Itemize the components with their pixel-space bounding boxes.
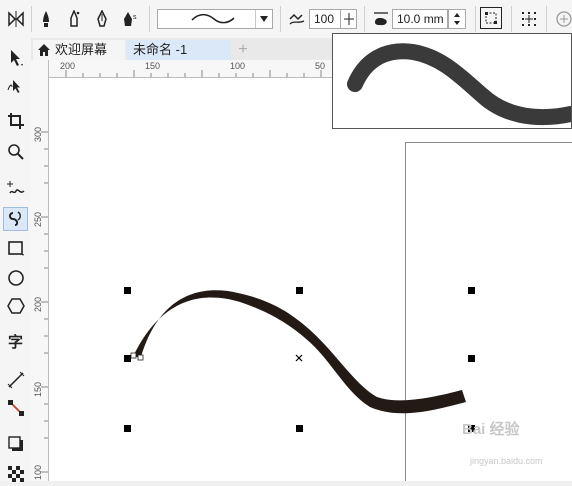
selection-handle[interactable] — [296, 287, 303, 294]
center-marker[interactable] — [295, 354, 303, 362]
stroke-preview-flyout — [332, 33, 572, 129]
selection-handle[interactable] — [124, 287, 131, 294]
selection-handle[interactable] — [468, 355, 475, 362]
selection-handle[interactable] — [296, 425, 303, 432]
selection-handle[interactable] — [124, 355, 131, 362]
artistic-stroke[interactable] — [133, 290, 466, 414]
watermark: Bai 经验 — [462, 421, 520, 438]
watermark-url: jingyan.baidu.com — [470, 456, 543, 466]
stroke-preview — [347, 43, 572, 126]
selection-handle[interactable] — [124, 425, 131, 432]
selection-handle[interactable] — [468, 287, 475, 294]
